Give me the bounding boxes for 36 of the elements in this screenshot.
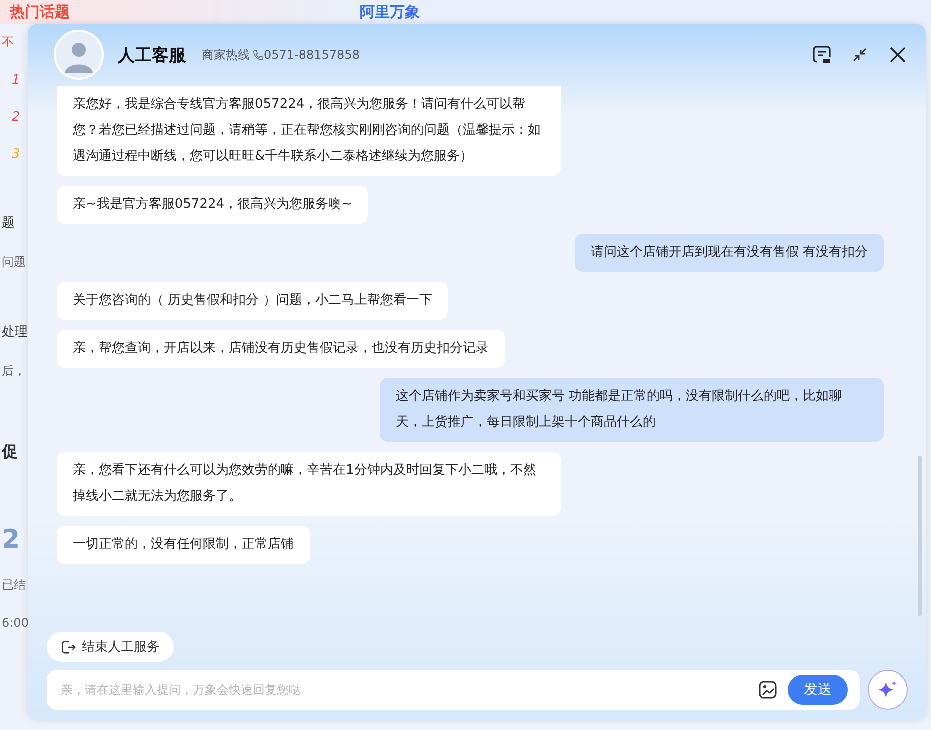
scrollbar[interactable] bbox=[918, 456, 922, 616]
page-text: 1 bbox=[11, 73, 22, 88]
agent-message: 亲，帮您查询，开店以来，店铺没有历史售假记录，也没有历史扣分记录 bbox=[57, 330, 505, 368]
user-message: 请问这个店铺开店到现在有没有售假 有没有扣分 bbox=[574, 234, 884, 272]
close-icon[interactable] bbox=[888, 45, 908, 65]
agent-message: 亲您好，我是综合专线官方客服057224，很高兴为您服务！请问有什么可以帮您？若您已经描述过问题，请稍等，正在帮您核实刚刚咨询的问题（温馨提示：如遇沟通过程中断线，您可以旺旺&千牛联系小二泰格述继续为您服务） bbox=[57, 86, 561, 176]
agent-message: 亲，您看下还有什么可以为您效劳的嘛，辛苦在1分钟内及时回复下小二哦，不然掉线小二就无法为您服务了。 bbox=[57, 452, 561, 516]
hotline-label: 商家热线 bbox=[202, 46, 250, 64]
sparkle-icon[interactable] bbox=[868, 670, 908, 710]
page-text: 题 bbox=[2, 215, 16, 232]
window-title: 人工客服 bbox=[118, 44, 186, 66]
page-text: 3 bbox=[11, 147, 22, 162]
page-text: 2 bbox=[11, 110, 22, 125]
user-message: 这个店铺作为卖家号和买家号 功能都是正常的吗，没有限制什么的吧，比如聊天，上货推广，每日限制上架十个商品什么的 bbox=[380, 378, 884, 442]
agent-message: 关于您咨询的（ 历史售假和扣分 ）问题，小二马上帮您看一下 bbox=[57, 282, 448, 320]
feedback-icon[interactable] bbox=[812, 45, 832, 65]
avatar-icon bbox=[54, 30, 104, 80]
page-text: 已结 bbox=[2, 577, 27, 594]
page-heading: 热门话题 bbox=[10, 2, 70, 22]
image-icon[interactable] bbox=[758, 680, 778, 700]
page-text: 问题 bbox=[2, 254, 27, 271]
page-text: 后， bbox=[2, 363, 27, 380]
page-text: 不 bbox=[2, 34, 15, 51]
end-service-button[interactable]: 结束人工服务 bbox=[47, 632, 174, 662]
page-heading: 阿里万象 bbox=[360, 2, 420, 22]
agent-message: 一切正常的，没有任何限制，正常店铺 bbox=[57, 526, 310, 564]
page-text: 处理 bbox=[2, 324, 28, 341]
message-input[interactable]: 亲，请在这里输入提问，万象会快速回复您哒 发送 bbox=[47, 670, 860, 710]
phone-icon bbox=[253, 50, 264, 60]
agent-message: 亲~我是官方客服057224，很高兴为您服务噢~ bbox=[57, 186, 368, 224]
page-text: 促 bbox=[2, 442, 19, 463]
send-button[interactable]: 发送 bbox=[788, 675, 848, 705]
page-text: 6:00 bbox=[2, 616, 28, 630]
page-text: 2 bbox=[2, 525, 22, 555]
hotline-number: 0571-88157858 bbox=[264, 48, 360, 62]
exit-icon bbox=[61, 640, 76, 654]
